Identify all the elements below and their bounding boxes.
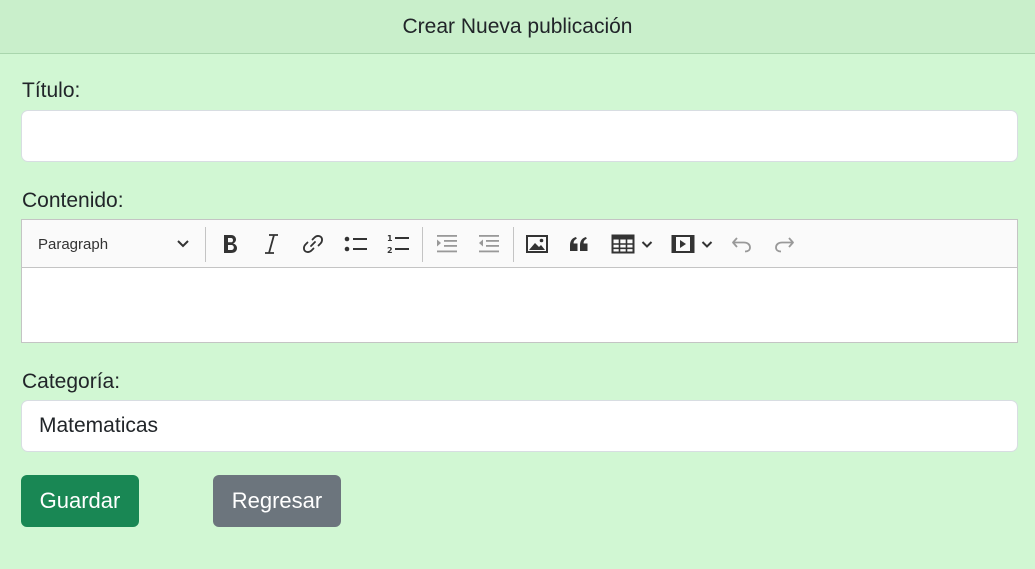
link-button[interactable] bbox=[298, 228, 328, 260]
media-embed-icon bbox=[671, 234, 695, 254]
outdent-button[interactable] bbox=[473, 228, 505, 260]
blockquote-button[interactable] bbox=[564, 228, 594, 260]
redo-icon bbox=[773, 235, 795, 253]
svg-text:2: 2 bbox=[387, 246, 393, 255]
bulleted-list-button[interactable] bbox=[340, 228, 372, 260]
media-embed-button[interactable] bbox=[667, 228, 717, 260]
italic-icon bbox=[261, 233, 281, 255]
heading-dropdown-label: Paragraph bbox=[38, 235, 109, 253]
chevron-down-icon bbox=[701, 240, 713, 249]
chevron-down-icon bbox=[176, 236, 190, 253]
card-header: Crear Nueva publicación bbox=[0, 0, 1035, 54]
rich-text-editor: Paragraph 1 2 bbox=[21, 219, 1018, 343]
content-label: Contenido: bbox=[22, 189, 124, 212]
blockquote-icon bbox=[568, 235, 590, 253]
italic-button[interactable] bbox=[256, 228, 286, 260]
editor-toolbar: Paragraph 1 2 bbox=[22, 220, 1017, 268]
toolbar-separator bbox=[205, 227, 206, 262]
category-label: Categoría: bbox=[22, 370, 121, 393]
redo-button[interactable] bbox=[769, 228, 799, 260]
undo-icon bbox=[731, 235, 753, 253]
indent-icon bbox=[435, 234, 459, 254]
numbered-list-icon: 1 2 bbox=[386, 233, 410, 255]
chevron-down-icon bbox=[641, 240, 653, 249]
title-input[interactable] bbox=[21, 110, 1018, 162]
bold-button[interactable] bbox=[215, 228, 245, 260]
indent-button[interactable] bbox=[431, 228, 463, 260]
link-icon bbox=[302, 233, 324, 255]
insert-image-button[interactable] bbox=[522, 228, 552, 260]
undo-button[interactable] bbox=[727, 228, 757, 260]
table-icon bbox=[611, 234, 635, 254]
insert-table-button[interactable] bbox=[607, 228, 657, 260]
heading-dropdown[interactable]: Paragraph bbox=[30, 228, 196, 260]
outdent-icon bbox=[477, 234, 501, 254]
svg-text:1: 1 bbox=[387, 234, 393, 243]
page-title: Crear Nueva publicación bbox=[402, 14, 633, 38]
image-icon bbox=[526, 234, 548, 254]
category-select[interactable]: Matematicas bbox=[21, 400, 1018, 452]
title-label: Título: bbox=[22, 79, 81, 102]
bold-icon bbox=[220, 233, 240, 255]
numbered-list-button[interactable]: 1 2 bbox=[382, 228, 414, 260]
back-button[interactable]: Regresar bbox=[213, 475, 341, 527]
save-button[interactable]: Guardar bbox=[21, 475, 139, 527]
toolbar-separator bbox=[513, 227, 514, 262]
bulleted-list-icon bbox=[344, 234, 368, 254]
editor-content-area[interactable] bbox=[22, 268, 1017, 342]
toolbar-separator bbox=[422, 227, 423, 262]
